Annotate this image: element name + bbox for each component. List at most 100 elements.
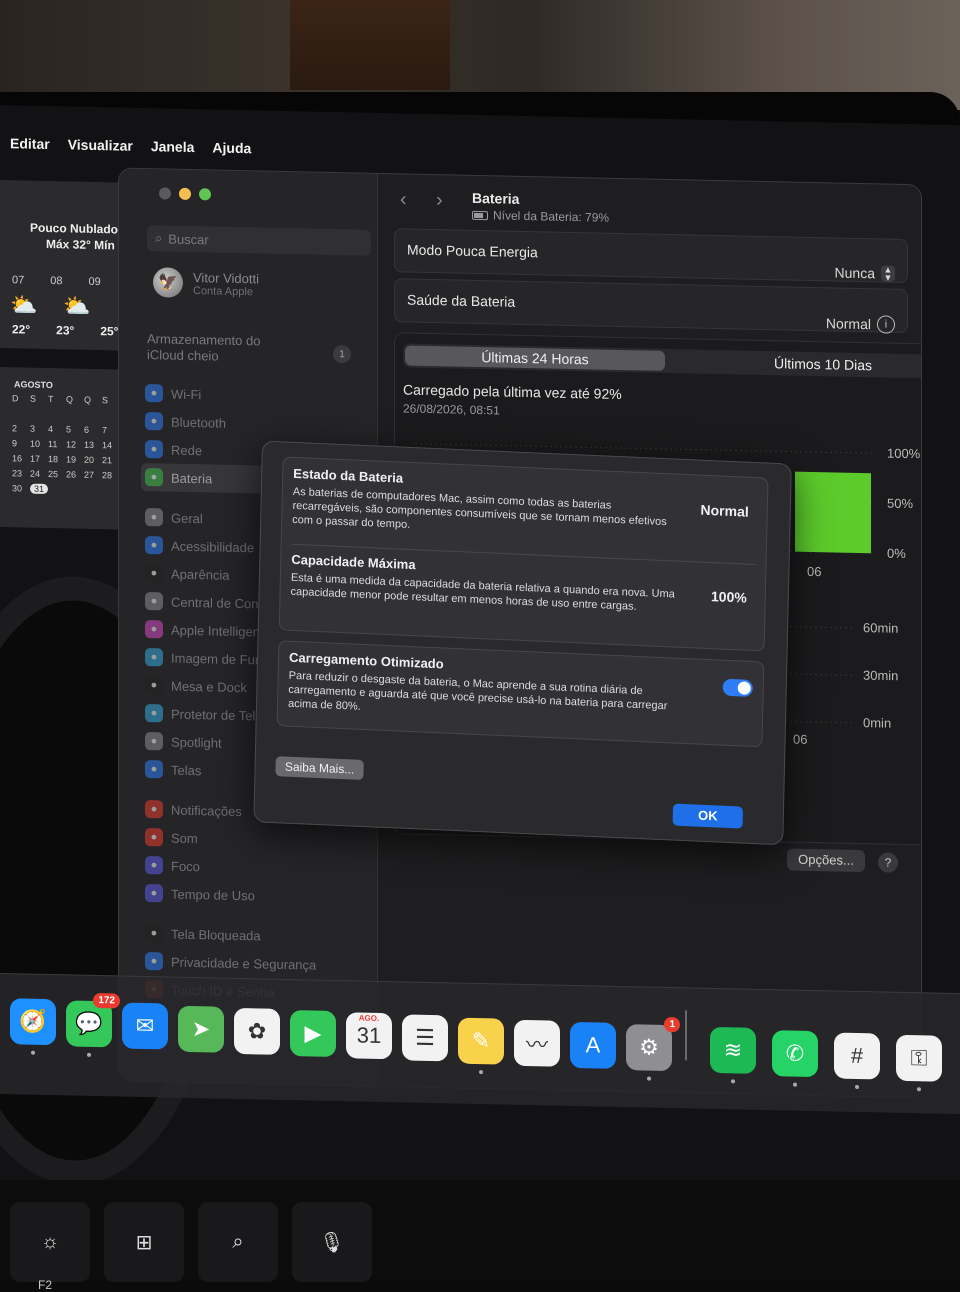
sidebar-item-label: Protetor de Tela — [171, 706, 263, 723]
keyboard: ☼ F2 ⊞ ⌕ 🎙 — [0, 1180, 960, 1292]
sidebar-item-label: Notificações — [171, 802, 242, 819]
account-row[interactable]: 🦅 Vitor Vidotti Conta Apple — [153, 267, 259, 299]
avatar: 🦅 — [153, 267, 183, 298]
menu-item-janela[interactable]: Janela — [151, 138, 195, 155]
mail-icon[interactable]: ✉ — [122, 1002, 168, 1050]
weather-hour: 09 — [88, 275, 101, 289]
safari-icon[interactable]: 🧭 — [10, 998, 56, 1055]
reminders-icon[interactable]: ☰ — [402, 1014, 448, 1062]
learn-more-button[interactable]: Saiba Mais... — [275, 756, 364, 780]
calendar-day[interactable]: 25 — [48, 469, 66, 479]
notes-icon[interactable]: ✎ — [458, 1017, 504, 1074]
key-f5[interactable]: 🎙 — [292, 1202, 372, 1282]
slack-icon[interactable]: # — [834, 1032, 880, 1089]
key-f2[interactable]: ☼ F2 — [10, 1202, 90, 1292]
slack-glyph: # — [850, 1042, 864, 1068]
weather-hours: 07 08 09 — [12, 274, 101, 288]
calendar-weekday: D — [12, 393, 19, 404]
level-x-tick-label: 06 — [807, 564, 821, 579]
tab-last-24-hours[interactable]: Últimas 24 Horas — [405, 345, 665, 371]
messages-icon[interactable]: 💬 172 — [66, 993, 120, 1058]
ok-button[interactable]: OK — [672, 803, 744, 829]
calendar-day[interactable]: 11 — [48, 439, 66, 449]
facetime-icon[interactable]: ▶ — [290, 1010, 336, 1058]
calendar-weekday: S — [30, 393, 37, 404]
calendar-day[interactable]: 30 — [12, 483, 30, 493]
key-f3[interactable]: ⊞ — [104, 1202, 184, 1282]
calendar-empty — [30, 409, 48, 419]
calendar-day[interactable]: 18 — [48, 454, 66, 464]
level-y-tick-label: 100% — [887, 446, 921, 462]
calendar-icon[interactable]: 31 AGO. — [346, 1012, 392, 1060]
safari-glyph: 🧭 — [19, 1008, 47, 1034]
sound-icon: ● — [145, 828, 163, 847]
minimize-window-button[interactable] — [179, 187, 191, 201]
calendar-day[interactable]: 17 — [30, 454, 48, 464]
back-chevron-icon[interactable]: ‹ — [400, 188, 407, 211]
calendar-weekday: Q — [66, 394, 74, 405]
account-name: Vitor Vidotti — [193, 269, 260, 286]
level-bar — [795, 471, 871, 554]
page-title: Bateria — [472, 189, 520, 207]
calendar-day[interactable]: 31 — [30, 483, 48, 495]
battery-info-group: Estado da Bateria As baterias de computa… — [278, 456, 769, 652]
calendar-day[interactable]: 19 — [66, 454, 84, 464]
calendar-day[interactable]: 2 — [12, 423, 30, 433]
menu-item-visualizar[interactable]: Visualizar — [68, 136, 133, 153]
calendar-day[interactable]: 12 — [66, 439, 84, 449]
calendar-day[interactable]: 10 — [30, 439, 48, 449]
maps-icon[interactable]: ➤ — [178, 1005, 224, 1053]
keychain-icon[interactable]: ⚿ — [896, 1034, 942, 1092]
calendar-day[interactable]: 24 — [30, 469, 48, 479]
running-indicator — [731, 1079, 735, 1084]
sidebar-item-label: Telas — [171, 762, 202, 778]
dock-icon: ● — [145, 676, 163, 695]
notes-glyph: ✎ — [471, 1027, 491, 1053]
calendar-day[interactable]: 6 — [84, 425, 102, 435]
microphone-icon: 🎙 — [319, 1231, 345, 1254]
calendar-day[interactable]: 16 — [12, 453, 30, 463]
battery-health-value: Normal — [825, 315, 871, 333]
photos-icon[interactable]: ✿ — [234, 1007, 280, 1055]
key-f4[interactable]: ⌕ — [198, 1202, 278, 1282]
spotlight-icon: ● — [145, 732, 163, 751]
optimized-charging-section: Carregamento Otimizado Para reduzir o de… — [288, 650, 753, 731]
menu-item-ajuda[interactable]: Ajuda — [212, 139, 251, 156]
close-window-button[interactable] — [159, 187, 171, 200]
calendar-day[interactable]: 3 — [30, 424, 48, 434]
menu-item-editar[interactable]: Editar — [10, 135, 50, 152]
tab-last-10-days[interactable]: Últimos 10 Dias — [703, 352, 922, 377]
appearance-icon: ● — [145, 564, 163, 583]
calendar-day[interactable]: 23 — [12, 468, 30, 478]
calendar-day[interactable]: 27 — [84, 470, 102, 480]
zoom-window-button[interactable] — [199, 188, 211, 201]
optimized-charging-toggle[interactable] — [722, 678, 753, 697]
search-input[interactable]: ⌕ Buscar — [147, 225, 371, 256]
low-power-mode-row: Modo Pouca Energia Nunca ▲ ▼ — [394, 228, 908, 284]
calendar-day[interactable]: 13 — [84, 440, 102, 450]
calendar-day[interactable]: 4 — [48, 424, 66, 434]
info-icon[interactable]: i — [877, 315, 895, 334]
low-power-mode-select[interactable]: Nunca ▲ ▼ — [835, 264, 895, 283]
spotify-icon[interactable]: ≋ — [710, 1027, 756, 1084]
freeform-glyph: 〰 — [525, 1031, 548, 1058]
forward-chevron-icon[interactable]: › — [436, 189, 443, 212]
system-settings-icon[interactable]: ⚙ 1 — [626, 1017, 680, 1081]
reminders-glyph: ☰ — [415, 1025, 435, 1051]
level-y-tick-label: 0% — [887, 546, 906, 561]
icloud-badge: 1 — [333, 344, 351, 364]
sidebar-item-label: Geral — [171, 510, 203, 526]
icloud-storage-alert[interactable]: Armazenamento do iCloud cheio — [147, 331, 287, 366]
options-button[interactable]: Opções... — [787, 848, 865, 873]
calendar-day[interactable]: 20 — [84, 455, 102, 465]
calendar-day[interactable]: 9 — [12, 438, 30, 448]
calendar-day[interactable]: 26 — [66, 469, 84, 479]
display-icon: ● — [145, 760, 163, 779]
calendar-day[interactable]: 5 — [66, 424, 84, 434]
app-store-icon[interactable]: A — [570, 1021, 616, 1069]
help-button[interactable]: ? — [878, 852, 898, 873]
calendar-empty — [48, 409, 66, 419]
gear-icon: ● — [145, 508, 163, 527]
freeform-icon[interactable]: 〰 — [514, 1019, 560, 1067]
whatsapp-icon[interactable]: ✆ — [772, 1029, 818, 1087]
